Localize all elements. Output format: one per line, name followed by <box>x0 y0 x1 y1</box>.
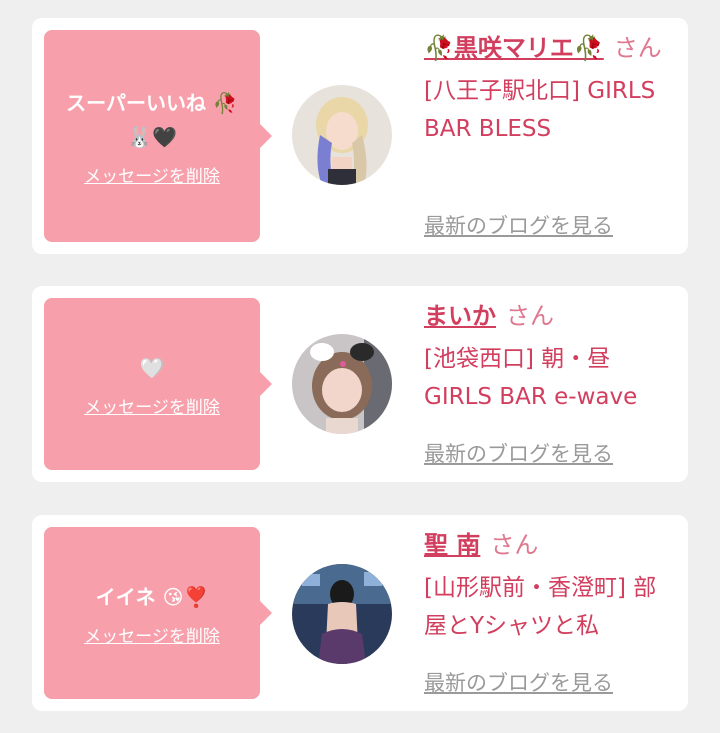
avatar[interactable] <box>292 564 392 664</box>
honorific: さん <box>613 34 662 62</box>
message-text: イイネ 😘❣️ <box>95 584 209 609</box>
shop-name: [池袋西口] 朝・昼 GIRLS BAR e-wave <box>424 346 638 410</box>
message-text: 🤍 <box>139 355 165 380</box>
like-list: スーパーいいね 🥀🐰🖤 メッセージを削除 🥀黒咲マリエ🥀 さん [八王子駅北口] … <box>0 0 720 733</box>
member-name-link[interactable]: まいか <box>424 302 496 330</box>
avatar-woman-blonde-icon <box>292 85 392 185</box>
message-bubble: イイネ 😘❣️ メッセージを削除 <box>44 527 272 699</box>
delete-message-link[interactable]: メッセージを削除 <box>84 162 220 187</box>
shop-name: [八王子駅北口] GIRLS BAR BLESS <box>424 78 656 142</box>
message-bubble: スーパーいいね 🥀🐰🖤 メッセージを削除 <box>44 30 272 242</box>
delete-message-link[interactable]: メッセージを削除 <box>84 393 220 418</box>
avatar-woman-bunny-ears-icon <box>292 334 392 434</box>
latest-blog-link[interactable]: 最新のブログを見る <box>424 667 613 697</box>
message-text: スーパーいいね 🥀🐰🖤 <box>66 90 238 149</box>
member-name-link[interactable]: 🥀黒咲マリエ🥀 <box>424 34 604 62</box>
member-info: まいか さん [池袋西口] 朝・昼 GIRLS BAR e-wave <box>424 296 674 416</box>
avatar[interactable] <box>292 85 392 185</box>
latest-blog-link[interactable]: 最新のブログを見る <box>424 210 613 240</box>
member-info: 🥀黒咲マリエ🥀 さん [八王子駅北口] GIRLS BAR BLESS <box>424 28 674 148</box>
member-name-link[interactable]: 聖 南 <box>424 531 480 559</box>
message-bubble: 🤍 メッセージを削除 <box>44 298 272 470</box>
avatar-woman-back-icon <box>292 564 392 664</box>
delete-message-link[interactable]: メッセージを削除 <box>84 622 220 647</box>
like-card: スーパーいいね 🥀🐰🖤 メッセージを削除 🥀黒咲マリエ🥀 さん [八王子駅北口] … <box>32 18 688 254</box>
like-card: イイネ 😘❣️ メッセージを削除 聖 南さん [山形駅前・香澄町] 部屋とYシャ… <box>32 515 688 711</box>
honorific: さん <box>506 302 554 330</box>
latest-blog-link[interactable]: 最新のブログを見る <box>424 438 613 468</box>
shop-name: [山形駅前・香澄町] 部屋とYシャツと私 <box>424 575 657 639</box>
member-info: 聖 南さん [山形駅前・香澄町] 部屋とYシャツと私 <box>424 525 674 645</box>
honorific: さん <box>490 531 539 559</box>
avatar[interactable] <box>292 334 392 434</box>
like-card: 🤍 メッセージを削除 まいか さん [池袋西口] 朝・昼 GIRLS BAR e-… <box>32 286 688 482</box>
